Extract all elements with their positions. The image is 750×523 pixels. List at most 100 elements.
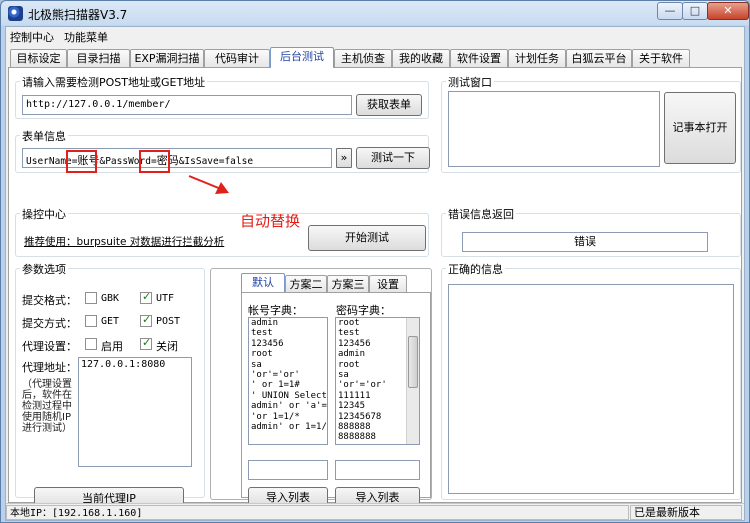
dict-tab-scheme2[interactable]: 方案二 bbox=[285, 275, 327, 292]
error-output[interactable]: 错误 bbox=[462, 232, 708, 252]
tab-target[interactable]: 目标设定 bbox=[10, 49, 67, 67]
correct-info-group: 正确的信息 bbox=[441, 261, 741, 500]
gbk-checkbox[interactable] bbox=[85, 292, 97, 304]
proxy-disable-label: 关闭 bbox=[156, 340, 178, 353]
get-checkbox[interactable] bbox=[85, 315, 97, 327]
user-dict-list[interactable]: admin test 123456 root sa'or'='or' ' or 1=1# '… bbox=[248, 317, 328, 445]
user-dict-item[interactable]: admin' or 1=1/* bbox=[249, 422, 327, 432]
proxy-enable-checkbox[interactable] bbox=[85, 338, 97, 350]
user-dict-entry[interactable] bbox=[248, 460, 328, 480]
dict-tab-scheme3[interactable]: 方案三 bbox=[327, 275, 369, 292]
tab-backend-test[interactable]: 后台测试 bbox=[270, 47, 334, 68]
status-bar: 本地IP：[192.168.1.160] 已是最新版本 bbox=[6, 503, 744, 520]
test-window-title: 测试窗口 bbox=[446, 74, 494, 90]
proxy-list[interactable]: 127.0.0.1:8080 bbox=[78, 357, 192, 467]
notepad-open-button[interactable]: 记事本打开 bbox=[664, 92, 736, 164]
dict-panel: 默认 方案二 方案三 设置 帐号字典： 密码字典： admin test 12345… bbox=[210, 268, 432, 509]
menu-bar: 控制中心 功能菜单 bbox=[6, 27, 744, 45]
pass-dict-list[interactable]: root test 123456 admin root sa'or'='or' 111111… bbox=[335, 317, 420, 445]
method-label: 提交方式： bbox=[22, 317, 77, 330]
window-title: 北极熊扫描器V3.7 bbox=[28, 8, 128, 22]
version-status: 已是最新版本 bbox=[630, 505, 742, 520]
params-group: 参数选项 提交格式： GBK UTF 提交方式： GET POST 代理设置： … bbox=[15, 261, 205, 511]
app-window: 北极熊扫描器V3.7 — □ ✕ 控制中心 功能菜单 目标设定 目录扫描 EXP… bbox=[0, 0, 750, 523]
post-label: POST bbox=[156, 316, 181, 327]
encoding-label: 提交格式： bbox=[22, 294, 77, 307]
proxy-address-label: 代理地址： bbox=[22, 361, 77, 374]
get-label: GET bbox=[101, 316, 120, 327]
annotation-arrow bbox=[188, 175, 229, 194]
local-ip-status: 本地IP：[192.168.1.160] bbox=[6, 505, 629, 520]
dict-tab-settings[interactable]: 设置 bbox=[369, 275, 407, 292]
error-group: 错误信息返回 错误 bbox=[441, 206, 741, 257]
tab-dir-scan[interactable]: 目录扫描 bbox=[67, 49, 130, 67]
user-dict-item[interactable]: root bbox=[249, 349, 327, 359]
user-dict-items: admin test 123456 root sa'or'='or' ' or 1=1# '… bbox=[249, 318, 327, 432]
dict-tab-page: 帐号字典： 密码字典： admin test 123456 root sa'or'='o… bbox=[241, 292, 431, 509]
pass-dict-scroll-thumb[interactable] bbox=[408, 336, 418, 388]
user-dict-item[interactable]: ' or 1=1# bbox=[249, 380, 327, 390]
start-test-button[interactable]: 开始测试 bbox=[308, 225, 426, 251]
app-icon bbox=[8, 6, 23, 21]
backend-test-page: 请输入需要检测POST地址或GET地址 http://127.0.0.1/mem… bbox=[8, 67, 742, 511]
correct-info-title: 正确的信息 bbox=[446, 261, 505, 277]
test-window-output[interactable] bbox=[448, 91, 660, 167]
proxy-enable-label: 启用 bbox=[101, 340, 123, 353]
utf-checkbox[interactable] bbox=[140, 290, 152, 304]
form-info-title: 表单信息 bbox=[20, 128, 68, 144]
client-area: 控制中心 功能菜单 目标设定 目录扫描 EXP漏洞扫描 代码审计 后台测试 主机… bbox=[5, 26, 745, 521]
control-center-group: 操控中心 推荐使用：burpsuite 对数据进行拦截分析 开始测试 bbox=[15, 206, 429, 257]
error-group-title: 错误信息返回 bbox=[446, 206, 516, 222]
user-dict-item[interactable]: ' UNION Select bbox=[249, 391, 327, 401]
tab-host-recon[interactable]: 主机侦查 bbox=[334, 49, 392, 67]
gbk-label: GBK bbox=[101, 293, 120, 304]
utf-label: UTF bbox=[156, 293, 175, 304]
proxy-note: （代理设置后，软件在检测过程中使用随机IP进行测试） bbox=[22, 379, 72, 434]
correct-info-output[interactable] bbox=[448, 284, 734, 494]
user-dict-item[interactable]: sa bbox=[249, 360, 327, 370]
title-bar[interactable]: 北极熊扫描器V3.7 — □ ✕ bbox=[1, 1, 749, 26]
expand-button[interactable]: » bbox=[336, 148, 352, 168]
tab-about[interactable]: 关于软件 bbox=[632, 49, 690, 67]
proxy-disable-checkbox[interactable] bbox=[140, 336, 152, 350]
user-dict-item[interactable]: admin bbox=[249, 318, 327, 328]
params-title: 参数选项 bbox=[20, 261, 68, 277]
fetch-form-button[interactable]: 获取表单 bbox=[356, 94, 422, 116]
recommend-link[interactable]: 推荐使用：burpsuite 对数据进行拦截分析 bbox=[24, 234, 224, 249]
tab-whitefox-cloud[interactable]: 白狐云平台 bbox=[566, 49, 632, 67]
close-button[interactable]: ✕ bbox=[707, 2, 749, 20]
tab-favorites[interactable]: 我的收藏 bbox=[392, 49, 450, 67]
maximize-button[interactable]: □ bbox=[682, 2, 708, 20]
test-once-button[interactable]: 测试一下 bbox=[356, 147, 430, 169]
url-group: 请输入需要检测POST地址或GET地址 http://127.0.0.1/mem… bbox=[15, 74, 429, 119]
url-input[interactable]: http://127.0.0.1/member/ bbox=[22, 95, 352, 115]
local-ip-text: 本地IP：[192.168.1.160] bbox=[10, 508, 143, 519]
tab-settings[interactable]: 软件设置 bbox=[450, 49, 508, 67]
menu-control-center[interactable]: 控制中心 bbox=[10, 29, 54, 45]
user-dict-item[interactable]: test bbox=[249, 328, 327, 338]
control-center-title: 操控中心 bbox=[20, 206, 68, 222]
tab-schedule[interactable]: 计划任务 bbox=[508, 49, 566, 67]
form-suffix: &IsSave=false bbox=[178, 156, 254, 167]
user-dict-item[interactable]: 'or 1=1/* bbox=[249, 412, 327, 422]
user-dict-item[interactable]: 123456 bbox=[249, 339, 327, 349]
minimize-button[interactable]: — bbox=[657, 2, 683, 20]
proxy-label: 代理设置： bbox=[22, 340, 77, 353]
user-dict-label: 帐号字典： bbox=[248, 304, 303, 317]
test-window-group: 测试窗口 记事本打开 bbox=[441, 74, 741, 173]
pass-dict-entry[interactable] bbox=[335, 460, 420, 480]
pass-dict-scrollbar[interactable] bbox=[406, 318, 419, 444]
user-highlight-box bbox=[66, 150, 97, 173]
proxy-list-item: 127.0.0.1:8080 bbox=[81, 359, 166, 370]
post-checkbox[interactable] bbox=[140, 313, 152, 327]
user-dict-item[interactable]: admin' or 'a'=' bbox=[249, 401, 327, 411]
pass-dict-label: 密码字典： bbox=[336, 304, 391, 317]
dict-tab-default[interactable]: 默认 bbox=[241, 273, 285, 292]
main-tabs: 目标设定 目录扫描 EXP漏洞扫描 代码审计 后台测试 主机侦查 我的收藏 软件… bbox=[6, 47, 744, 68]
tab-code-audit[interactable]: 代码审计 bbox=[204, 49, 270, 67]
tab-exp-scan[interactable]: EXP漏洞扫描 bbox=[130, 49, 204, 67]
url-group-title: 请输入需要检测POST地址或GET地址 bbox=[20, 74, 208, 90]
user-dict-item[interactable]: 'or'='or' bbox=[249, 370, 327, 380]
pass-highlight-box bbox=[139, 150, 170, 173]
menu-functions[interactable]: 功能菜单 bbox=[64, 29, 108, 45]
